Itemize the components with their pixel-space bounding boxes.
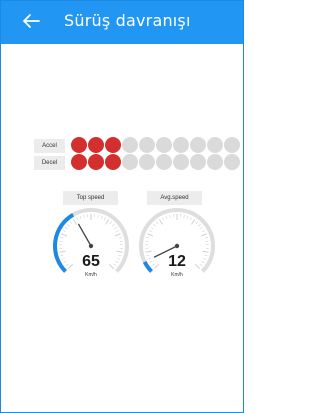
avg-speed-unit: Km/h bbox=[171, 272, 183, 278]
gauge-tick bbox=[200, 233, 207, 237]
decel-rating bbox=[71, 154, 240, 171]
decel-dot bbox=[139, 154, 155, 170]
decel-dot bbox=[156, 154, 172, 170]
accel-dot bbox=[105, 137, 121, 153]
decel-label: Decel bbox=[34, 156, 65, 170]
gauge-hub bbox=[174, 243, 180, 249]
gauge-tick bbox=[97, 214, 99, 218]
gauge-tick bbox=[162, 217, 165, 221]
gauge-tick bbox=[183, 214, 185, 218]
gauge-tick bbox=[204, 237, 208, 239]
gauge-tick bbox=[103, 217, 106, 221]
gauge-tick bbox=[116, 230, 120, 233]
accel-dot bbox=[88, 137, 104, 153]
gauge-tick bbox=[112, 224, 115, 227]
accel-dot bbox=[156, 137, 172, 153]
gauge-tick bbox=[150, 226, 154, 230]
app-screen: Sürüş davranışı Accel Decel Top speed Av… bbox=[0, 0, 244, 413]
gauge-tick bbox=[195, 221, 199, 225]
gauge-tick bbox=[155, 221, 159, 225]
gauge-hub bbox=[88, 243, 94, 249]
top-speed-value: 65 bbox=[82, 253, 100, 270]
accel-dot bbox=[207, 137, 223, 153]
gauge-tick bbox=[189, 217, 192, 221]
gauge-tick bbox=[76, 217, 79, 221]
accel-dot bbox=[190, 137, 206, 153]
gauge-tick bbox=[114, 226, 118, 230]
gauge-tick bbox=[191, 219, 196, 225]
back-button[interactable] bbox=[19, 9, 43, 33]
top-speed-unit: Km/h bbox=[85, 272, 97, 278]
accel-dot bbox=[122, 137, 138, 153]
gauge-tick bbox=[105, 219, 110, 225]
top-speed-label: Top speed bbox=[63, 191, 118, 205]
gauge-tick bbox=[83, 214, 85, 218]
gauge-needle bbox=[77, 223, 92, 247]
gauge-tick bbox=[118, 237, 122, 239]
gauge-tick bbox=[62, 230, 66, 233]
gauge-tick bbox=[69, 221, 73, 225]
decel-dot bbox=[88, 154, 104, 170]
app-bar: Sürüş davranışı bbox=[1, 1, 243, 44]
avg-speed-value: 12 bbox=[168, 253, 186, 270]
gauge-tick bbox=[60, 237, 64, 239]
gauge-tick bbox=[109, 221, 113, 225]
decel-dot bbox=[190, 154, 206, 170]
gauge-tick bbox=[100, 215, 103, 219]
avg-speed-label: Avg.speed bbox=[147, 191, 202, 205]
page-title: Sürüş davranışı bbox=[64, 11, 191, 30]
gauge-tick bbox=[79, 215, 82, 219]
accel-dot bbox=[173, 137, 189, 153]
gauge-tick bbox=[61, 233, 68, 237]
gauge-tick bbox=[72, 219, 77, 225]
accel-dot bbox=[224, 137, 240, 153]
gauge-tick bbox=[147, 233, 154, 237]
accel-label: Accel bbox=[34, 139, 65, 153]
accel-dot bbox=[139, 137, 155, 153]
gauge-tick bbox=[198, 224, 201, 227]
arrow-left-icon bbox=[23, 14, 40, 28]
decel-dot bbox=[71, 154, 87, 170]
decel-dot bbox=[105, 154, 121, 170]
gauge-tick bbox=[169, 214, 171, 218]
decel-dot bbox=[173, 154, 189, 170]
gauge-tick bbox=[114, 233, 121, 237]
avg-speed-gauge: 12 Km/h bbox=[137, 206, 217, 286]
gauge-tick bbox=[202, 230, 206, 233]
gauge-tick bbox=[153, 224, 156, 227]
gauge-tick bbox=[165, 215, 168, 219]
gauge-tick bbox=[148, 230, 152, 233]
gauge-tick bbox=[158, 219, 163, 225]
gauge-tick bbox=[67, 224, 70, 227]
accel-rating bbox=[71, 137, 240, 154]
decel-dot bbox=[224, 154, 240, 170]
decel-dot bbox=[122, 154, 138, 170]
accel-dot bbox=[71, 137, 87, 153]
top-speed-gauge: 65 Km/h bbox=[51, 206, 131, 286]
decel-dot bbox=[207, 154, 223, 170]
gauge-tick bbox=[200, 226, 204, 230]
gauge-tick bbox=[64, 226, 68, 230]
gauge-tick bbox=[146, 237, 150, 239]
gauge-tick bbox=[186, 215, 189, 219]
